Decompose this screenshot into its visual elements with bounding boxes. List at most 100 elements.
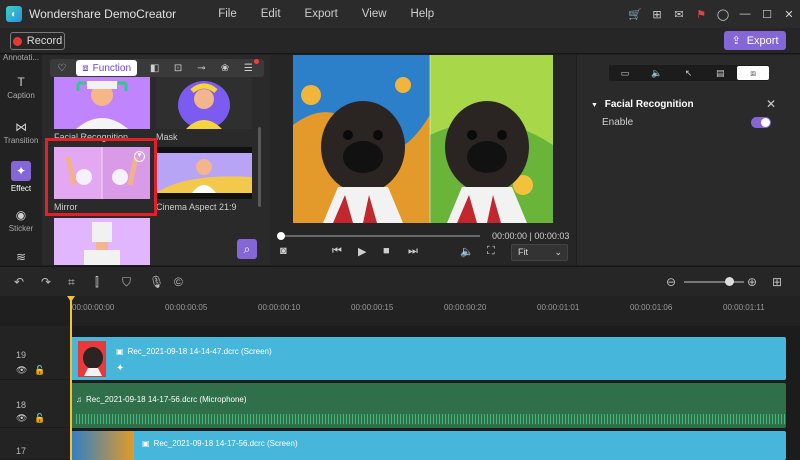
menu-icon[interactable]: ☰ [237,58,260,74]
minimize-icon[interactable]: — [734,8,756,20]
lock-icon[interactable]: 🔓 [34,413,45,424]
tab-effect-props[interactable]: ⧈ [737,66,769,80]
enable-toggle[interactable] [751,117,771,128]
cinema-aspect-thumbnail [156,147,252,199]
skip-forward-icon[interactable]: ⏭ [408,245,418,258]
tab-function[interactable]: ⧈ Function [76,60,137,76]
seek-bar[interactable] [277,232,480,240]
menu-view[interactable]: View [362,8,387,20]
play-icon[interactable]: ▶ [358,245,366,258]
support-icon[interactable]: ⚑ [690,8,712,21]
tab-overlay[interactable]: ⊡ [166,63,189,74]
redo-icon[interactable]: ↷ [41,275,51,289]
effect-applied-icon[interactable]: ✦ [116,363,124,374]
track-header-17: 17 [0,428,70,460]
tab-caption-props[interactable]: ▤ [704,68,736,79]
caption-icon: T [17,75,25,89]
mail-icon[interactable]: ✉ [668,8,690,21]
snapshot-icon[interactable]: ◙ [280,245,287,257]
copyright-icon[interactable]: © [174,275,183,289]
effect-card-cinema-aspect[interactable]: Cinema Aspect 21:9 [156,147,252,212]
ruler-label: 00:00:00:20 [444,303,487,312]
menu-export[interactable]: Export [305,8,338,20]
tab-filter[interactable]: ◧ [143,63,166,74]
nav-sticker[interactable]: ◉ Sticker [0,208,42,233]
fullscreen-icon[interactable]: ⛶ [487,245,495,258]
properties-panel: ▭ 🔈 ↖ ▤ ⧈ ▼ Facial Recognition ✕ Enable [577,55,800,265]
timeline-ruler[interactable]: 00:00:00:00 00:00:00:05 00:00:00:10 00:0… [70,296,800,326]
zoom-knob[interactable] [725,277,734,286]
nav-annotation-label: Annotati... [2,53,40,62]
record-button[interactable]: Record [10,32,65,50]
maximize-icon[interactable]: ☐ [756,8,778,21]
ruler-label: 00:00:01:11 [723,303,765,312]
clip-name: ♫ Rec_2021-09-18 14-17-56.dcrc (Microphon… [76,395,247,404]
menu-bar: File Edit Export View Help [206,8,446,20]
clip-name: ▣ Rec_2021-09-18 14-17-56.dcrc (Screen) [142,439,298,448]
clip-title: Rec_2021-09-18 14-17-56.dcrc (Microphone… [86,395,247,404]
cart-icon[interactable]: 🛒 [624,8,646,21]
playhead[interactable] [67,296,75,460]
nav-transition[interactable]: ⋈ Transition [0,120,42,145]
lock-icon[interactable]: 🔓 [34,365,45,376]
facial-recognition-section[interactable]: ▼ Facial Recognition [591,99,694,110]
account-icon[interactable]: ◯ [712,8,734,21]
remove-effect-icon[interactable]: ✕ [766,97,776,111]
track-lane-17: ▣ Rec_2021-09-18 14-17-56.dcrc (Screen) [70,428,800,460]
gift-icon[interactable]: ⊞ [646,8,668,21]
main-toolbar: Record ⇪ Export [0,28,800,54]
audio-clip[interactable]: ♫ Rec_2021-09-18 14-17-56.dcrc (Microphon… [70,383,786,428]
nav-caption[interactable]: T Caption [0,75,42,100]
clip-title: Rec_2021-09-18 14-14-47.dcrc (Screen) [127,347,272,356]
fit-select[interactable]: Fit ⌄ [511,244,568,261]
menu-help[interactable]: Help [411,8,435,20]
effect-card-mask[interactable]: Mask [156,77,252,142]
effect-card-pixelate[interactable] [54,218,150,265]
tab-audio-props[interactable]: 🔈 [641,68,673,79]
music-note-icon: ♫ [76,395,82,404]
nav-annotation[interactable]: Annotati... [0,53,42,62]
transition-icon: ⋈ [15,120,27,134]
screen-clip[interactable]: ▣ Rec_2021-09-18 14-14-47.dcrc (Screen) ✦ [70,337,786,380]
track-number: 19 [16,350,27,360]
mask-label: Mask [156,132,178,142]
visibility-eye-icon[interactable]: 👁 [16,365,27,376]
tab-video-props[interactable]: ▭ [609,68,641,79]
zoom-out-icon[interactable]: ⊖ [666,275,676,289]
clip-title: Rec_2021-09-18 14-17-56.dcrc (Screen) [153,439,298,448]
zoom-in-icon[interactable]: ⊕ [747,275,757,289]
split-icon[interactable]: ⫿ [95,275,99,290]
timeline-toolbar: ↶ ↷ ⌗ ⫿ ⛉ 🎙 © ⊖ ⊕ ⊞ [0,266,800,296]
tab-cursor-props[interactable]: ↖ [673,68,705,79]
crop-icon[interactable]: ⌗ [68,275,75,290]
visibility-eye-icon[interactable]: 👁 [16,413,27,424]
volume-icon[interactable]: 🔈 [460,245,474,258]
menu-edit[interactable]: Edit [261,8,281,20]
facial-recognition-thumbnail [54,77,150,129]
pixelate-thumbnail [54,218,150,265]
left-nav: Annotati... T Caption ⋈ Transition ✦ Eff… [0,53,42,266]
marker-icon[interactable]: ⛉ [122,275,131,290]
fit-timeline-icon[interactable]: ⊞ [772,275,782,289]
close-icon[interactable]: ✕ [778,8,800,21]
skip-back-icon[interactable]: ⏮ [332,245,342,258]
search-icon[interactable]: ⌕ [237,239,257,259]
nav-caption-label: Caption [7,91,35,100]
effects-scrollbar[interactable] [258,127,261,207]
nav-effect[interactable]: ✦ Effect [0,161,42,193]
undo-icon[interactable]: ↶ [14,275,24,289]
microphone-icon[interactable]: 🎙 [149,275,164,289]
zoom-slider[interactable] [684,277,744,286]
seek-knob[interactable] [277,232,285,240]
tab-color[interactable]: ❀ [213,63,236,74]
upload-icon: ⇪ [731,35,741,47]
effect-card-facial-recognition[interactable]: Facial Recognition [54,77,150,142]
export-button[interactable]: ⇪ Export [724,31,786,50]
tab-motion[interactable]: ⊸ [190,63,213,74]
screen-clip[interactable]: ▣ Rec_2021-09-18 14-17-56.dcrc (Screen) [70,431,786,460]
nav-audio[interactable]: ≋ [0,250,42,266]
menu-file[interactable]: File [218,8,237,20]
function-icon: ⧈ [82,62,89,74]
stop-icon[interactable]: ■ [383,245,390,257]
tab-favorites[interactable]: ♡ [50,63,73,74]
